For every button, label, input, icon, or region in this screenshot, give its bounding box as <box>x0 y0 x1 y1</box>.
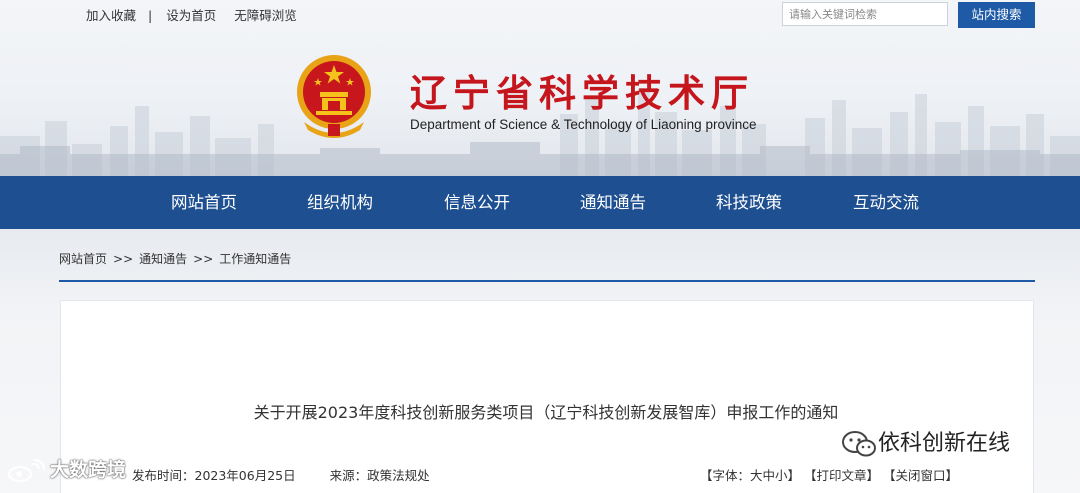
watermark-left-text: 大数跨境 <box>50 459 127 481</box>
national-emblem-icon <box>297 55 371 138</box>
breadcrumb-separator: >> <box>193 252 214 266</box>
watermark-right-text: 依科创新在线 <box>878 431 1011 456</box>
watermark-left: 大数跨境 <box>6 455 126 483</box>
nav-item-interaction[interactable]: 互动交流 <box>853 176 919 229</box>
weibo-icon <box>8 458 45 482</box>
breadcrumb-notices[interactable]: 通知通告 <box>139 250 187 267</box>
set-homepage-link[interactable]: 设为首页 <box>166 5 216 24</box>
link-separator: | <box>148 8 153 23</box>
watermark-right: 依科创新在线 <box>840 425 1010 459</box>
close-window-link[interactable]: 【关闭窗口】 <box>883 465 958 484</box>
search-input[interactable] <box>782 2 948 26</box>
site-subtitle: Department of Science & Technology of Li… <box>410 117 757 132</box>
site-header: 加入收藏 | 设为首页无障碍浏览 站内搜索 辽宁省科学技术厅 Department … <box>0 0 1080 176</box>
breadcrumb-separator: >> <box>113 252 134 266</box>
breadcrumb: 网站首页 >> 通知通告 >> 工作通知通告 <box>59 250 291 267</box>
nav-item-home[interactable]: 网站首页 <box>171 176 237 229</box>
main-nav: 网站首页 组织机构 信息公开 通知通告 科技政策 互动交流 <box>0 176 1080 229</box>
wechat-icon <box>842 431 876 457</box>
nav-item-notices[interactable]: 通知通告 <box>580 176 646 229</box>
breadcrumb-home[interactable]: 网站首页 <box>59 250 107 267</box>
add-favorite-link[interactable]: 加入收藏 <box>86 5 136 24</box>
article-meta: 发布时间：2023年06月25日 来源：政策法规处 <box>132 465 430 484</box>
nav-item-policy[interactable]: 科技政策 <box>716 176 782 229</box>
site-title: 辽宁省科学技术厅 <box>410 71 754 115</box>
breadcrumb-divider <box>59 280 1035 282</box>
print-article-link[interactable]: 【打印文章】 <box>804 465 879 484</box>
article-tools: 【字体：大中小】 【打印文章】 【关闭窗口】 <box>700 465 962 484</box>
breadcrumb-work-notices[interactable]: 工作通知通告 <box>219 250 291 267</box>
site-search-button[interactable]: 站内搜索 <box>958 2 1035 28</box>
accessibility-link[interactable]: 无障碍浏览 <box>234 5 297 24</box>
font-size-control[interactable]: 【字体：大中小】 <box>700 465 800 484</box>
article-source: 来源：政策法规处 <box>329 468 430 483</box>
publish-time: 发布时间：2023年06月25日 <box>132 468 296 483</box>
nav-item-info-disclosure[interactable]: 信息公开 <box>444 176 510 229</box>
nav-item-organization[interactable]: 组织机构 <box>307 176 373 229</box>
article-title: 关于开展2023年度科技创新服务类项目（辽宁科技创新发展智库）申报工作的通知 <box>253 403 839 422</box>
top-links: 加入收藏 | 设为首页 无障碍浏览 <box>86 5 297 24</box>
